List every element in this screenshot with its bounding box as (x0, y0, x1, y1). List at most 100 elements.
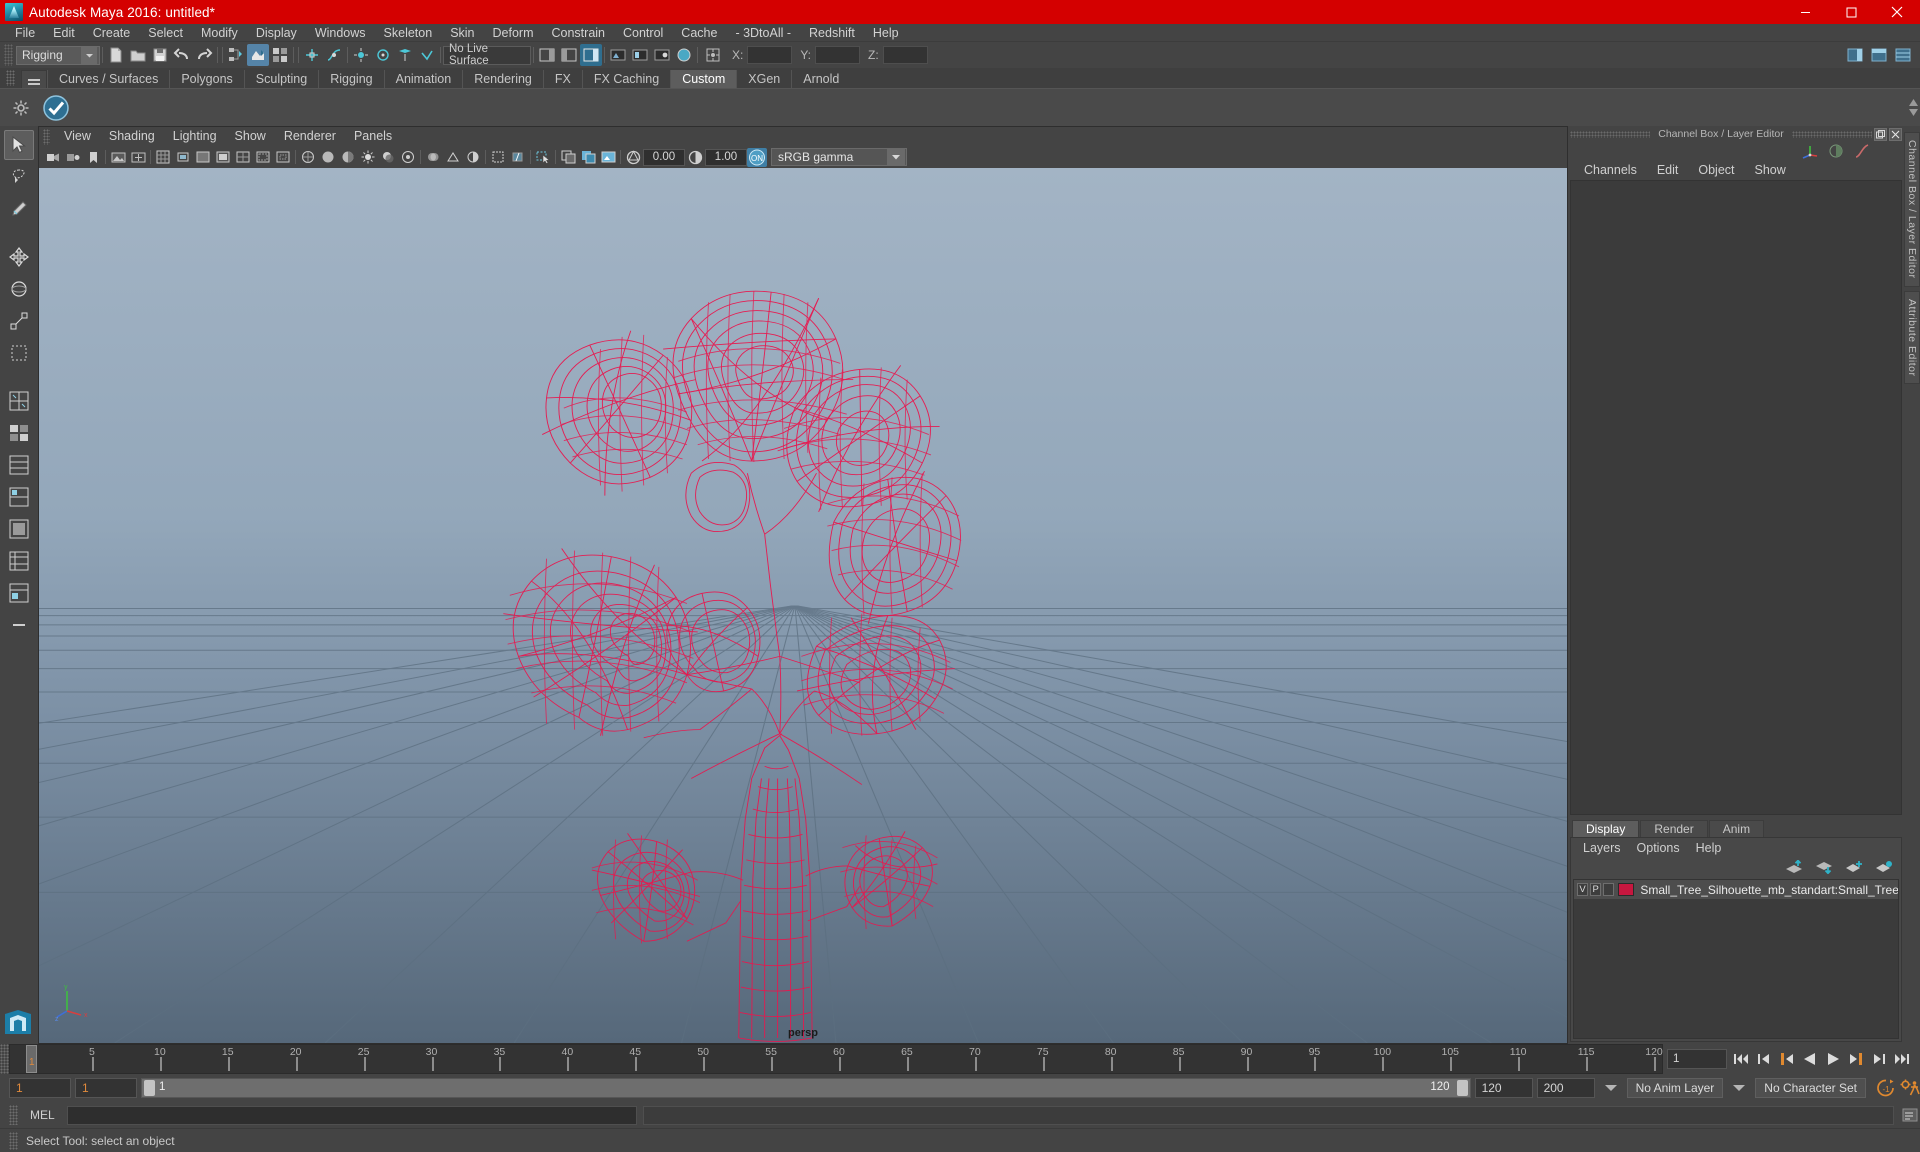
lasso-select-tool[interactable] (4, 162, 34, 192)
half-circle-icon[interactable] (1828, 143, 1844, 159)
select-by-hierarchy-button[interactable] (225, 44, 247, 66)
redo-button[interactable] (193, 44, 215, 66)
viewport-menu-show[interactable]: Show (226, 127, 275, 146)
dock-drag-handle[interactable] (1570, 130, 1651, 138)
layer-playback-toggle[interactable]: P (1590, 883, 1602, 896)
snap-to-projected-center-button[interactable] (372, 44, 394, 66)
bookmark-icon[interactable] (83, 148, 103, 167)
layout-outliner-persp[interactable] (4, 578, 34, 608)
paint-select-tool[interactable] (4, 194, 34, 224)
safe-title-icon[interactable] (273, 148, 293, 167)
perspective-viewport[interactable]: persp y x z (39, 168, 1567, 1043)
shelf-tab-polygons[interactable]: Polygons (169, 70, 244, 88)
menu-edit[interactable]: Edit (44, 24, 84, 42)
menu-deform[interactable]: Deform (484, 24, 543, 42)
menu-file[interactable]: File (6, 24, 44, 42)
exposure-icon[interactable] (623, 148, 643, 167)
layer-display-type-toggle[interactable] (1603, 883, 1615, 896)
isolate-select-icon[interactable] (488, 148, 508, 167)
current-time-field[interactable]: 1 (1667, 1049, 1727, 1069)
create-empty-layer-icon[interactable] (1845, 860, 1863, 874)
layout-persp-outliner[interactable] (4, 418, 34, 448)
snap-to-point-button[interactable] (350, 44, 372, 66)
gamma-field[interactable]: 1.00 (705, 148, 747, 166)
color-management-toggle[interactable]: ON (747, 147, 767, 167)
close-button[interactable] (1874, 0, 1920, 24)
image-plane-icon[interactable] (108, 148, 128, 167)
anim-layer-selector[interactable]: No Anim Layer (1626, 1078, 1724, 1098)
dock-drag-handle[interactable] (1791, 130, 1872, 138)
y-input[interactable] (815, 46, 861, 64)
shelf-tab-arnold[interactable]: Arnold (791, 70, 851, 88)
shelf-tab-rigging[interactable]: Rigging (318, 70, 384, 88)
open-scene-button[interactable] (127, 44, 149, 66)
shelf-tab-fx-caching[interactable]: FX Caching (581, 70, 671, 88)
play-forwards-button[interactable] (1823, 1049, 1843, 1069)
shelf-tab-custom[interactable]: Custom (670, 70, 737, 88)
shelf-item-checkmark-tool[interactable] (40, 92, 72, 124)
exposure-field[interactable]: 0.00 (643, 148, 685, 166)
xray-mode-icon[interactable] (508, 148, 528, 167)
select-by-component-type-button[interactable] (269, 44, 291, 66)
viewport-menu-renderer[interactable]: Renderer (275, 127, 345, 146)
display-textures-icon[interactable] (558, 148, 578, 167)
anim-layer-dropdown-arrow-icon[interactable] (1604, 1085, 1617, 1091)
range-end-field[interactable]: 200 (1536, 1078, 1595, 1098)
layer-tab-anim[interactable]: Anim (1708, 820, 1765, 837)
display-layer-list[interactable]: V P Small_Tree_Silhouette_mb_standart:Sm… (1573, 879, 1899, 1039)
close-panel-button[interactable] (1889, 127, 1902, 141)
motion-blur-icon[interactable] (423, 148, 443, 167)
maximize-button[interactable] (1828, 0, 1874, 24)
script-editor-button[interactable] (1900, 1105, 1920, 1125)
grid-display-icon[interactable] (153, 148, 173, 167)
absolute-transform-icon[interactable] (702, 44, 724, 66)
smooth-shade-selected-icon[interactable] (338, 148, 358, 167)
layout-three-panes[interactable] (4, 482, 34, 512)
gear-icon[interactable] (10, 97, 32, 119)
screen-space-ao-icon[interactable] (398, 148, 418, 167)
minimize-button[interactable] (1782, 0, 1828, 24)
select-tool[interactable] (4, 130, 34, 160)
safe-action-icon[interactable] (253, 148, 273, 167)
x-input[interactable] (747, 46, 793, 64)
transform-axis-icon[interactable] (1802, 143, 1818, 159)
layer-menu-help[interactable]: Help (1688, 841, 1730, 855)
anim-end-field[interactable]: 120 (1474, 1078, 1533, 1098)
scale-tool[interactable] (4, 306, 34, 336)
show-hide-attribute-editor-button[interactable] (536, 44, 558, 66)
character-set-dropdown-arrow-icon[interactable] (1733, 1085, 1746, 1091)
help-line-grip[interactable] (9, 1131, 18, 1150)
layer-menu-options[interactable]: Options (1629, 841, 1688, 855)
toggle-panel-icon[interactable] (1868, 44, 1890, 66)
gamma-icon[interactable] (685, 148, 705, 167)
go-to-end-button[interactable] (1892, 1049, 1912, 1069)
range-slider-left-handle[interactable] (144, 1080, 155, 1096)
shelf-grip[interactable] (6, 70, 15, 86)
menu-constrain[interactable]: Constrain (543, 24, 615, 42)
range-slider[interactable]: 1 120 (141, 1078, 1471, 1098)
animation-preferences-icon[interactable] (1900, 1078, 1920, 1098)
layer-tab-render[interactable]: Render (1640, 820, 1708, 837)
layer-visibility-toggle[interactable]: V (1577, 883, 1589, 896)
menu-control[interactable]: Control (614, 24, 672, 42)
camera-attributes-icon[interactable] (63, 148, 83, 167)
channelbox-menu-object[interactable]: Object (1688, 163, 1744, 177)
command-line-grip[interactable] (9, 1105, 18, 1125)
menu-3dtoall[interactable]: - 3DtoAll - (726, 24, 800, 42)
z-input[interactable] (882, 46, 928, 64)
layout-collapse[interactable] (4, 610, 34, 640)
time-cursor[interactable]: 1 (26, 1045, 37, 1073)
snap-to-grid-button[interactable] (301, 44, 323, 66)
rotate-tool[interactable] (4, 274, 34, 304)
show-hide-channel-box-button[interactable] (580, 44, 602, 66)
last-tool-used[interactable] (4, 338, 34, 368)
layout-hypergraph[interactable] (4, 546, 34, 576)
snap-to-view-plane-button[interactable] (394, 44, 416, 66)
auto-keyframe-icon[interactable]: -1 (1876, 1078, 1896, 1098)
multisample-aa-icon[interactable] (443, 148, 463, 167)
show-hide-tool-settings-button[interactable] (558, 44, 580, 66)
menuset-selector[interactable]: Rigging (16, 45, 100, 65)
channelbox-menu-edit[interactable]: Edit (1647, 163, 1689, 177)
shelf-tab-animation[interactable]: Animation (383, 70, 463, 88)
character-set-selector[interactable]: No Character Set (1755, 1078, 1866, 1098)
